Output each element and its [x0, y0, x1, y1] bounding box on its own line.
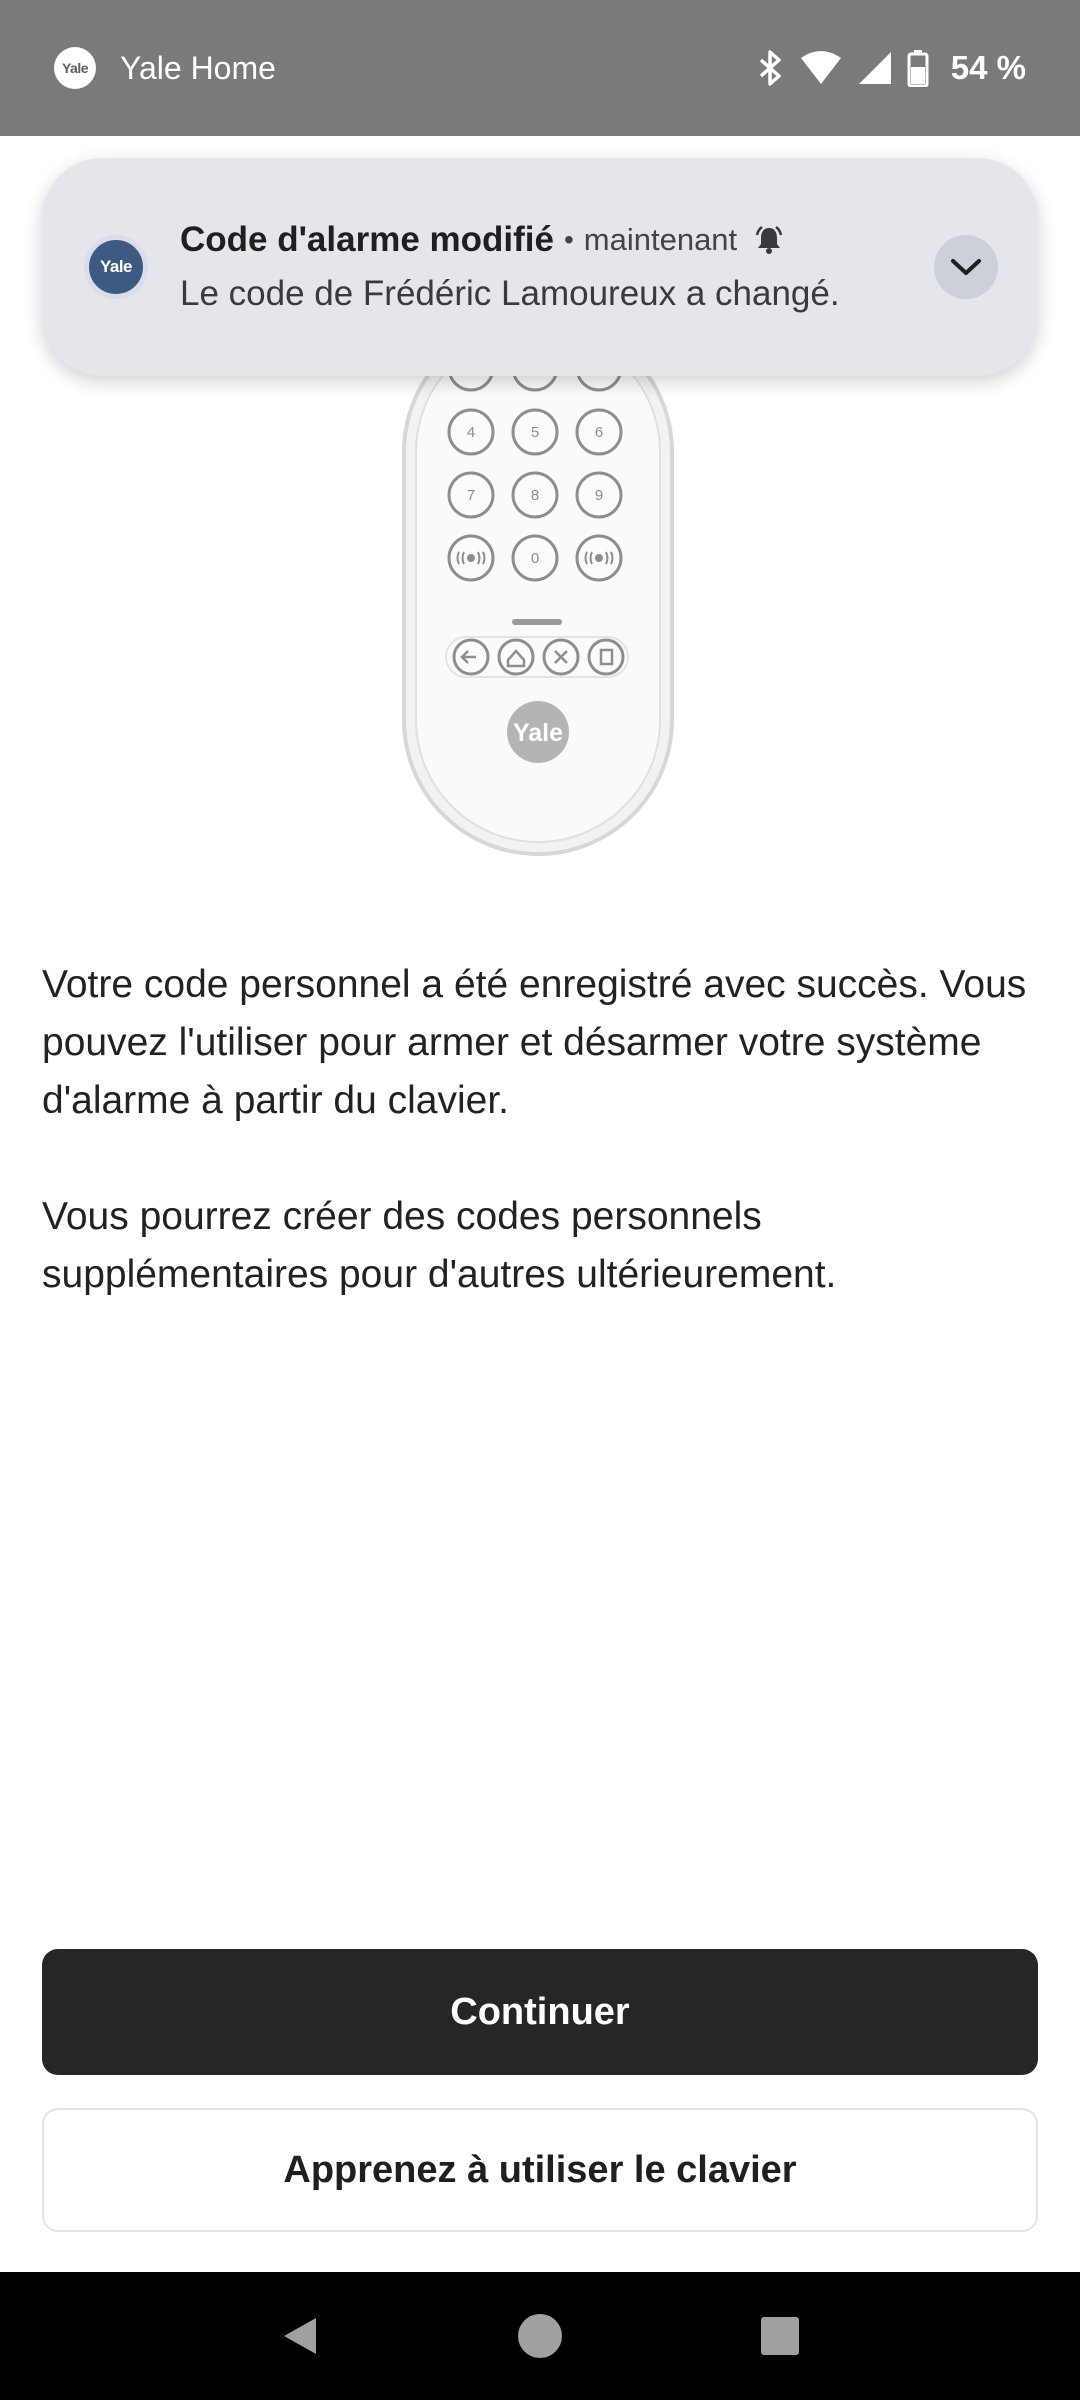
bell-icon: [755, 225, 783, 255]
notification-card[interactable]: Yale Code d'alarme modifié • maintenant …: [42, 158, 1038, 376]
keypad-key-label: 4: [467, 424, 475, 441]
keypad-key-label: 0: [531, 550, 539, 567]
battery-icon: [907, 50, 929, 87]
cell-signal-icon: [858, 52, 891, 84]
recents-icon[interactable]: [740, 2296, 820, 2376]
learn-keypad-button[interactable]: Apprenez à utiliser le clavier: [42, 2108, 1038, 2232]
notification-separator: •: [563, 224, 574, 255]
notification-time: maintenant: [583, 222, 738, 257]
main-content: ‹ 1234567890 Yale Vot: [0, 136, 1080, 2272]
status-app-name: Yale Home: [120, 49, 276, 86]
description: Votre code personnel a été enregistré av…: [42, 956, 1042, 1304]
keypad-key-label: 8: [531, 487, 539, 504]
bluetooth-icon: [759, 50, 781, 86]
description-paragraph-2: Vous pourrez créer des codes personnels …: [42, 1195, 837, 1296]
back-icon[interactable]: [260, 2296, 340, 2376]
keypad-illustration: 1234567890 Yale: [402, 316, 674, 856]
chevron-down-icon[interactable]: [934, 235, 998, 299]
yale-logo: Yale: [513, 719, 563, 747]
yale-app-icon: Yale: [54, 47, 96, 89]
continue-button[interactable]: Continuer: [42, 1949, 1038, 2075]
keypad-key-label: 7: [467, 487, 475, 504]
keypad-image: 1234567890 Yale: [402, 316, 674, 856]
keypad-key-label: 6: [595, 424, 603, 441]
battery-percent: 54 %: [950, 49, 1026, 86]
description-paragraph-1: Votre code personnel a été enregistré av…: [42, 963, 1027, 1122]
notification-header: Code d'alarme modifié • maintenant: [180, 220, 934, 260]
keypad-key-label: 9: [595, 487, 603, 504]
keypad-key-label: 5: [531, 424, 539, 441]
notification-title: Code d'alarme modifié: [180, 220, 554, 259]
home-icon[interactable]: [500, 2296, 580, 2376]
status-bar: Yale Yale Home 54 %: [0, 0, 1080, 136]
notification-body: Le code de Frédéric Lamoureux a changé.: [180, 274, 840, 313]
notification-text: Code d'alarme modifié • maintenant Le co…: [180, 220, 934, 314]
status-icons: 54 %: [757, 49, 1026, 87]
navigation-bar: [0, 2272, 1080, 2400]
wifi-icon: [800, 51, 841, 84]
yale-notification-icon: Yale: [84, 235, 148, 299]
